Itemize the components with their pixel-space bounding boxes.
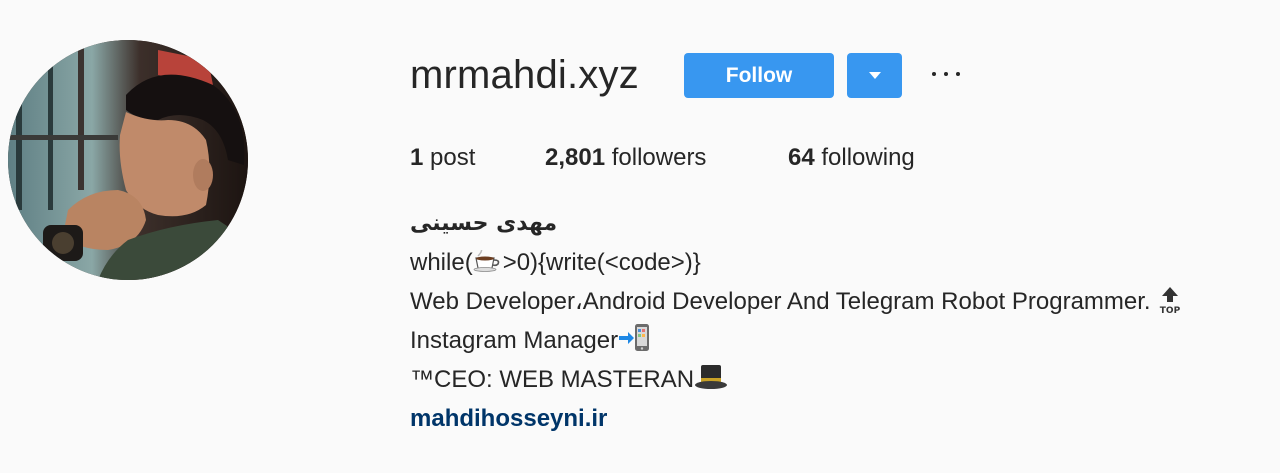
bio-line-manager: Instagram Manager bbox=[410, 321, 1270, 360]
suggestions-dropdown-button[interactable] bbox=[847, 53, 902, 98]
following-stat[interactable]: 64 following bbox=[788, 142, 915, 174]
top-arrow-svg: TOP bbox=[1160, 287, 1181, 316]
follow-button[interactable]: Follow bbox=[684, 53, 834, 98]
chevron-down-icon bbox=[868, 72, 881, 79]
posts-count: 1 bbox=[410, 144, 424, 171]
bio-role-text: Web Developer،Android Developer And Tele… bbox=[410, 288, 1151, 315]
bio-code-suffix: >0){write(<code>)} bbox=[502, 249, 701, 276]
coffee-icon bbox=[473, 250, 499, 272]
bio-line-ceo: ™CEO: WEB MASTERAN bbox=[410, 360, 1270, 399]
more-options-icon[interactable] bbox=[932, 64, 960, 84]
bio-code-prefix: while( bbox=[410, 249, 473, 276]
posts-stat: 1 post bbox=[410, 142, 475, 174]
followers-count: 2,801 bbox=[545, 144, 606, 171]
profile-page: mrmahdi.xyz Follow 1 post 2,801 follower… bbox=[0, 0, 1280, 473]
bio-line-role: Web Developer،Android Developer And Tele… bbox=[410, 282, 1270, 321]
top-arrow-icon: TOP bbox=[1157, 285, 1183, 317]
top-icon-text: TOP bbox=[1160, 306, 1181, 316]
following-label: following bbox=[821, 144, 915, 171]
bio-line-website: mahdihosseyni.ir bbox=[410, 399, 1270, 438]
followers-stat[interactable]: 2,801 followers bbox=[545, 142, 706, 174]
more-dot bbox=[932, 72, 936, 76]
bio-ceo-text: ™CEO: WEB MASTERAN bbox=[410, 366, 695, 393]
posts-label: post bbox=[430, 144, 476, 171]
avatar-photo bbox=[8, 40, 248, 280]
mobile-phone-arrow-icon bbox=[619, 324, 650, 351]
full-name: مهدی حسینی bbox=[410, 211, 558, 236]
more-dot bbox=[944, 72, 948, 76]
website-link[interactable]: mahdihosseyni.ir bbox=[410, 405, 607, 432]
top-hat-icon bbox=[695, 365, 728, 389]
username: mrmahdi.xyz bbox=[410, 53, 639, 97]
bio-manager-text: Instagram Manager bbox=[410, 327, 619, 354]
profile-avatar[interactable] bbox=[8, 40, 248, 280]
bio-line-code: while( >0){write(<code>)} bbox=[410, 243, 1270, 282]
following-count: 64 bbox=[788, 144, 815, 171]
profile-bio: مهدی حسینی while( >0){write(<code>)} Web… bbox=[410, 205, 1270, 438]
followers-label: followers bbox=[611, 144, 707, 171]
profile-header: mrmahdi.xyz Follow bbox=[410, 52, 960, 98]
more-dot bbox=[956, 72, 960, 76]
